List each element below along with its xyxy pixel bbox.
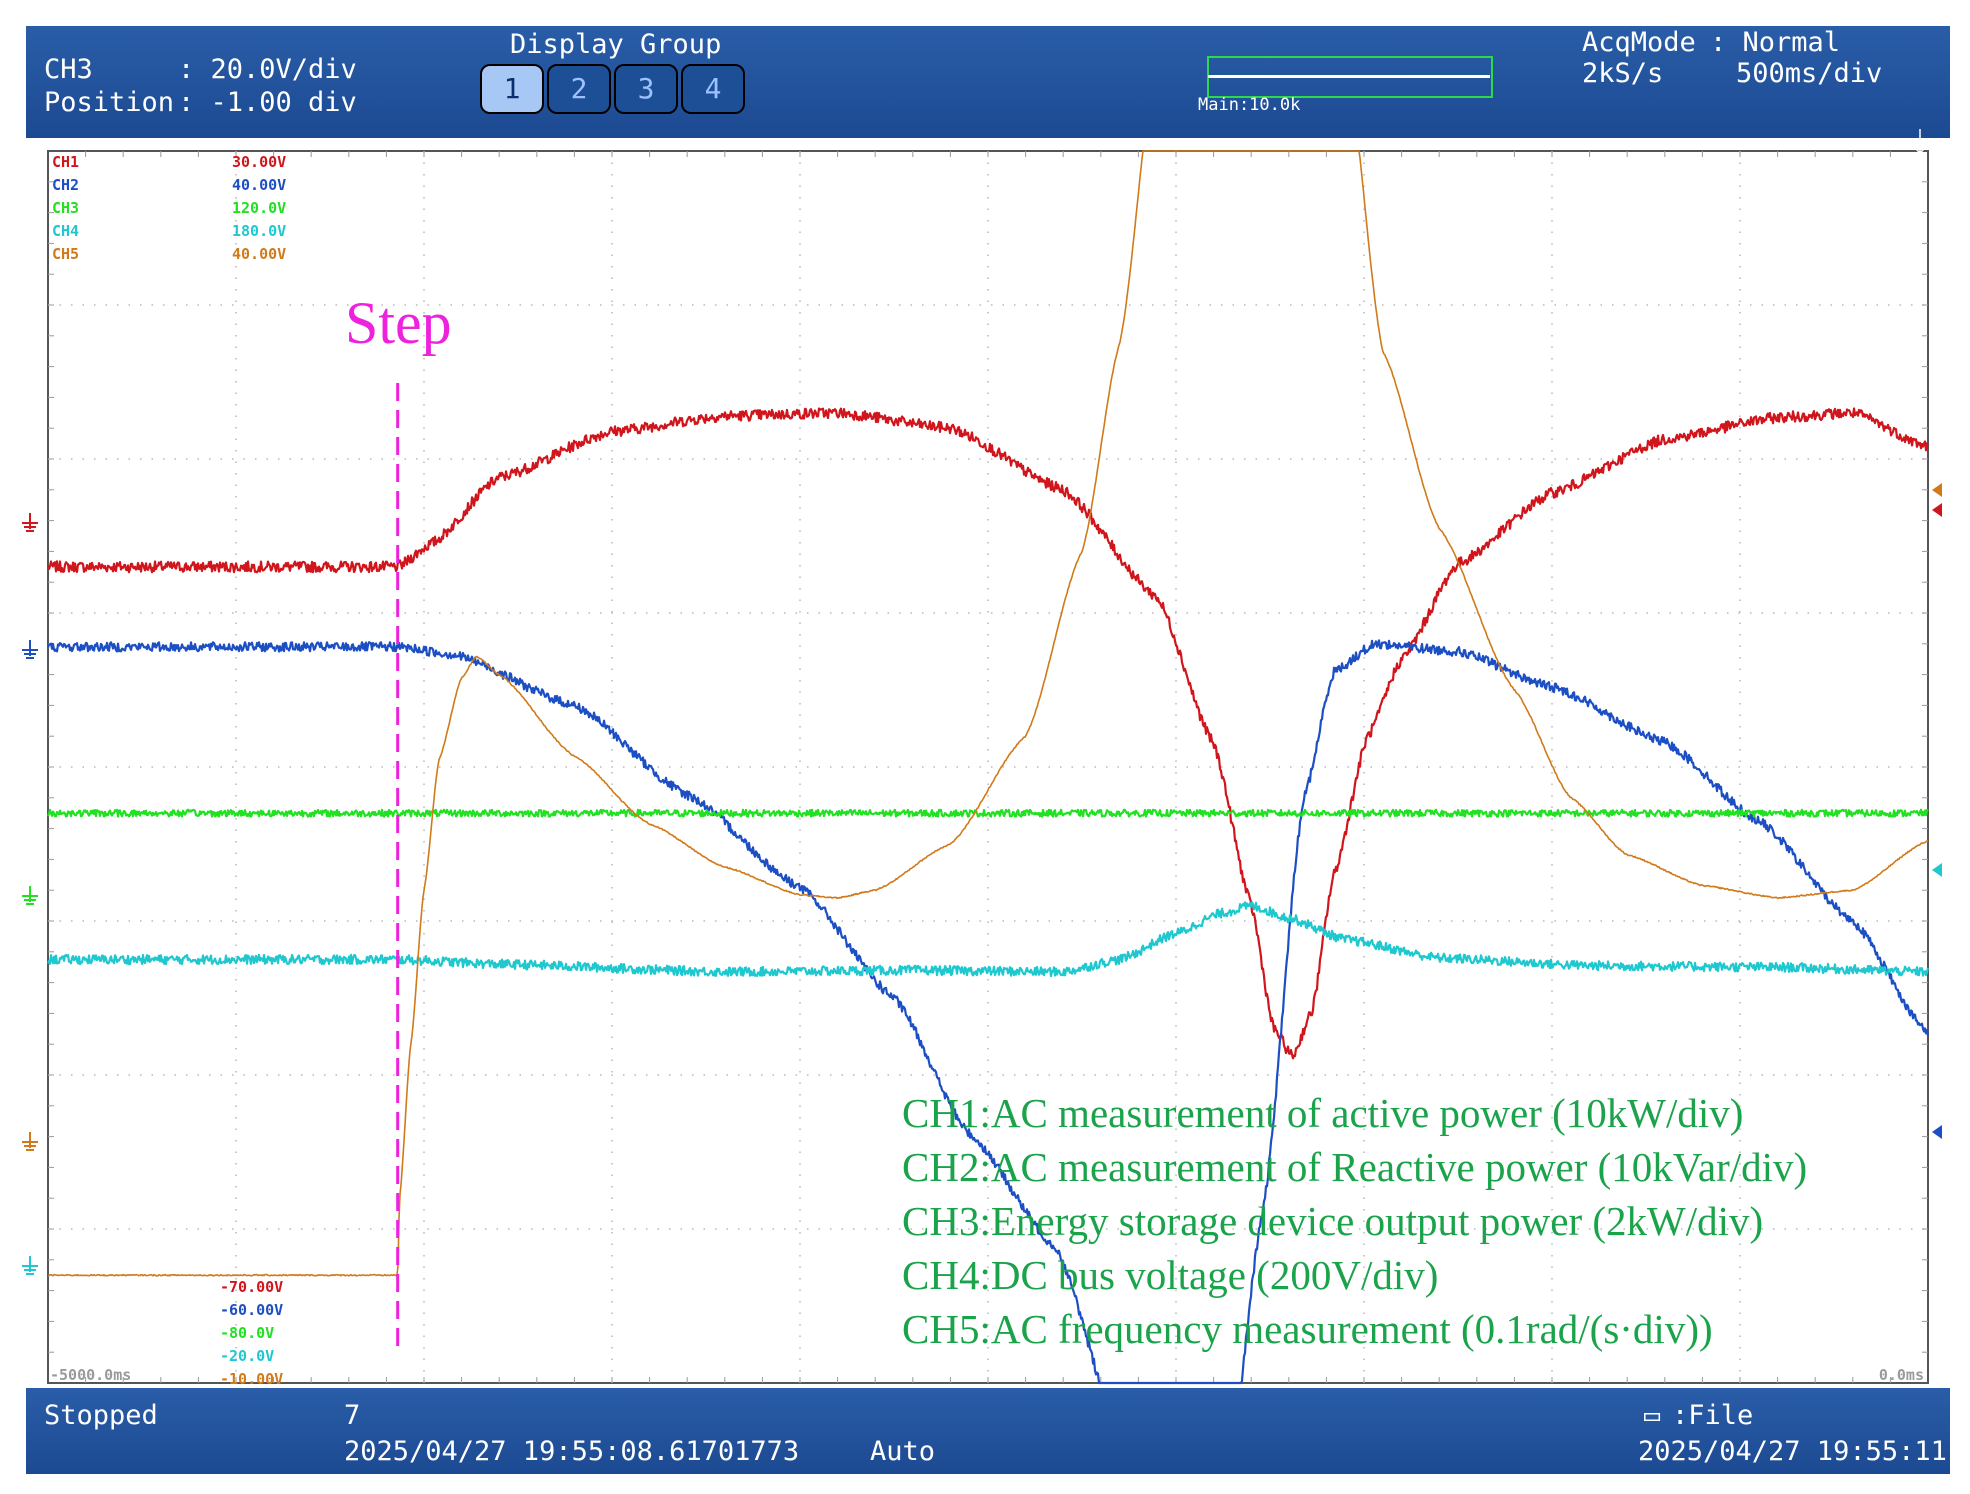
scale-bottom-ch2: -60.00V [220,1301,283,1319]
scale-label-ch5-value: 40.00V [232,245,286,263]
ground-marker [22,1256,38,1275]
scale-label-ch1-name: CH1 [52,153,79,171]
scale-label-ch2-name: CH2 [52,176,79,194]
save-target[interactable]: :File [1672,1402,1753,1429]
offset-arrow [1932,503,1942,517]
ground-marker [22,886,38,905]
waveform-plot: CH1 30.00V CH2 40.00V CH3 120.0V CH4 180… [22,129,1942,1388]
scale-label-ch4-value: 180.0V [232,222,286,240]
trigger-position-marker [1911,129,1929,155]
offset-arrow [1932,1125,1942,1139]
scale-label-ch5-name: CH5 [52,245,79,263]
scale-label-ch3-name: CH3 [52,199,79,217]
ground-marker [22,640,38,659]
run-status: Stopped [44,1400,158,1431]
scale-label-ch1-value: 30.00V [232,153,286,171]
acq-count: 7 [344,1400,361,1431]
scale-bottom-ch1: -70.00V [220,1278,283,1296]
save-icon[interactable]: ▭ [1644,1402,1660,1429]
ground-marker [22,513,38,532]
trigger-time: 2025/04/27 19:55:08.61701773 [344,1436,800,1467]
ground-marker [22,1132,38,1151]
step-label: Step [345,290,452,356]
annotation-ch2: CH2:AC measurement of Reactive power (10… [902,1144,1807,1190]
offset-arrow [1932,483,1942,497]
offset-arrow [1932,863,1942,877]
annotation-ch4: CH4:DC bus voltage (200V/div) [902,1252,1438,1298]
scale-label-ch2-value: 40.00V [232,176,286,194]
x-tick-right: 0.0ms [1879,1366,1924,1384]
x-tick-left: -5000.0ms [50,1366,131,1384]
scale-bottom-ch4: -20.0V [220,1347,274,1365]
trigger-mode: Auto [870,1436,936,1467]
scale-bottom-ch3: -80.0V [220,1324,274,1342]
annotation-ch1: CH1:AC measurement of active power (10kW… [902,1090,1743,1136]
scale-bottom-ch5: -10.00V [220,1370,283,1388]
scale-label-ch4-name: CH4 [52,222,79,240]
scale-label-ch3-value: 120.0V [232,199,286,217]
annotation-ch3: CH3:Energy storage device output power (… [902,1198,1763,1244]
annotation-ch5: CH5:AC frequency measurement (0.1rad/(s·… [902,1306,1713,1352]
bottom-status-bar: Stopped 7 2025/04/27 19:55:08.61701773 A… [26,1388,1950,1474]
annotations: CH1:AC measurement of active power (10kW… [902,1090,1807,1352]
save-time: 2025/04/27 19:55:11 [1638,1436,1947,1467]
